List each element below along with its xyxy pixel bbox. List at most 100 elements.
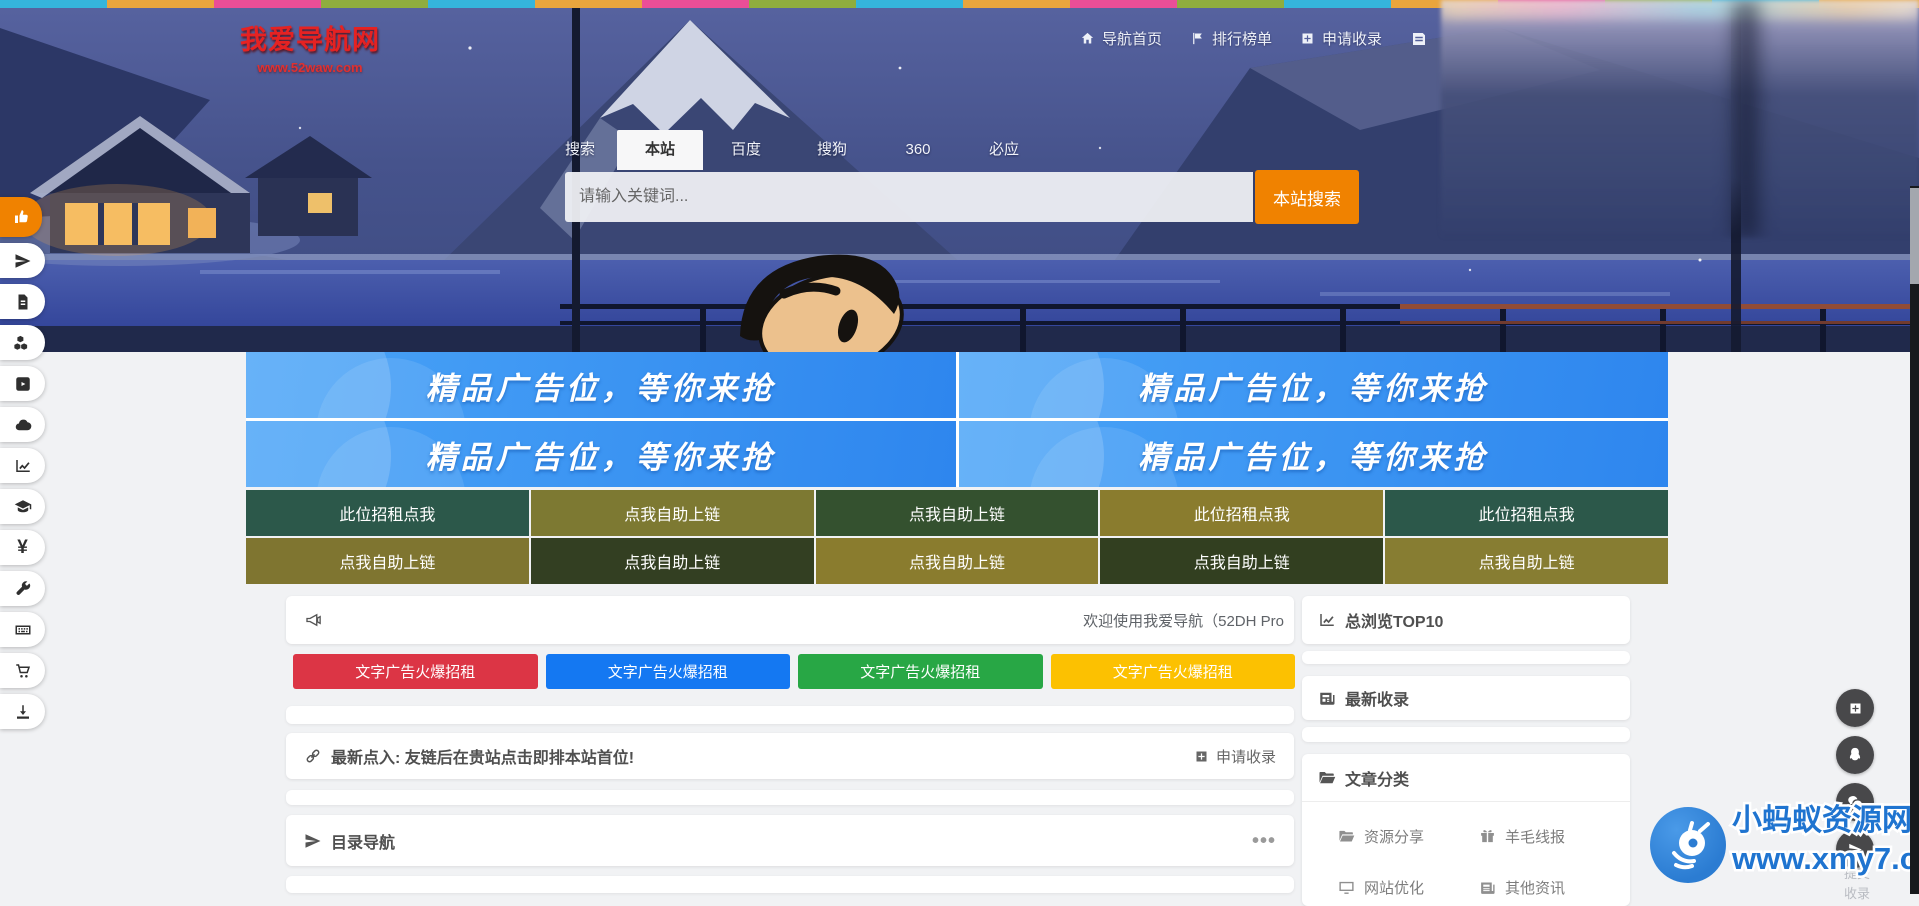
- scrollbar-thumb[interactable]: [1910, 188, 1919, 284]
- plus-square-icon: [1850, 703, 1860, 713]
- link-slot[interactable]: 点我自助上链: [815, 538, 1099, 584]
- plus-square-icon: [1196, 751, 1207, 761]
- ad-banner-text: 精品广告位，等你来抢: [1138, 439, 1489, 475]
- ad-banner-text: 精品广告位，等你来抢: [425, 439, 776, 475]
- ant-logo: [1650, 807, 1726, 883]
- category-resources[interactable]: 资源分享: [1338, 826, 1479, 847]
- tab-baidu[interactable]: 百度: [703, 130, 789, 170]
- chart-line-icon: [15, 459, 30, 472]
- link-slot[interactable]: 点我自助上链: [246, 538, 529, 584]
- ad-banner[interactable]: 精品广告位，等你来抢: [246, 352, 956, 418]
- category-label: 其他资讯: [1505, 880, 1566, 897]
- rail-docs-button[interactable]: [0, 284, 45, 319]
- top-navigation: 导航首页 排行榜单 申请收录: [1080, 28, 1480, 49]
- chart-line-icon: [1320, 614, 1334, 626]
- text-ad-button[interactable]: 文字广告火爆招租: [545, 654, 790, 689]
- yen-icon: ¥: [17, 537, 28, 558]
- category-list: 资源分享 羊毛线报 网站优化 其他资讯: [1302, 802, 1630, 898]
- float-add-button[interactable]: [1836, 689, 1874, 727]
- paper-plane-icon: [15, 253, 30, 268]
- directory-nav-title: 目录导航: [331, 834, 396, 852]
- tab-bing[interactable]: 必应: [961, 130, 1047, 170]
- book-icon: [1413, 32, 1426, 45]
- tab-360[interactable]: 360: [875, 130, 961, 170]
- rail-stats-button[interactable]: [0, 448, 45, 483]
- rail-tools-button[interactable]: [0, 571, 45, 606]
- link-slot[interactable]: 此位招租点我: [1385, 490, 1668, 536]
- rainbow-top-stripe: [0, 0, 1919, 8]
- paper-plane-icon: [305, 833, 321, 848]
- ant-logo-glyph: [1672, 821, 1710, 870]
- empty-card-strip: [1302, 651, 1630, 664]
- rail-cloud-button[interactable]: [0, 407, 45, 442]
- display-icon: [1339, 881, 1354, 894]
- nav-rankings[interactable]: 排行榜单: [1190, 28, 1272, 49]
- nav-home-label: 导航首页: [1102, 31, 1163, 48]
- notice-marquee: 欢迎使用我爱导航（52DH Pro: [1083, 612, 1284, 630]
- link-slot[interactable]: 点我自助上链: [530, 490, 814, 536]
- qq-icon: [1849, 747, 1861, 761]
- rail-download-button[interactable]: [0, 694, 45, 729]
- site-url: www.52waw.com: [257, 60, 363, 75]
- link-slot[interactable]: 点我自助上链: [530, 538, 814, 584]
- link-slot[interactable]: 点我自助上链: [1100, 538, 1384, 584]
- apply-inclusion-button[interactable]: 申请收录: [1194, 746, 1276, 767]
- gift-icon: [1481, 830, 1494, 843]
- cloud-icon: [15, 419, 31, 430]
- ad-banner[interactable]: 精品广告位，等你来抢: [246, 421, 956, 487]
- article-categories-title: 文章分类: [1345, 771, 1410, 789]
- site-logo[interactable]: 我爱导航网 www.52waw.com: [240, 18, 380, 75]
- float-send-button[interactable]: [1836, 830, 1874, 868]
- ad-banner[interactable]: 精品广告位，等你来抢: [958, 352, 1668, 418]
- search-input[interactable]: [565, 172, 1253, 222]
- text-ad-button[interactable]: 文字广告火爆招租: [1050, 654, 1295, 689]
- empty-card-strip: [286, 790, 1294, 805]
- rail-money-button[interactable]: ¥: [0, 530, 45, 565]
- tab-this-site[interactable]: 本站: [617, 130, 703, 170]
- text-ad-button[interactable]: 文字广告火爆招租: [798, 654, 1043, 689]
- ad-banner[interactable]: 精品广告位，等你来抢: [958, 421, 1668, 487]
- category-deals[interactable]: 羊毛线报: [1479, 826, 1620, 847]
- watermark: 小蚂蚁资源网 www.xmy7.com: [1650, 795, 1919, 883]
- scrollbar-track[interactable]: [1910, 186, 1919, 894]
- nav-home[interactable]: 导航首页: [1080, 28, 1162, 49]
- friend-link-grid: 此位招租点我 点我自助上链 点我自助上链 此位招租点我 此位招租点我 点我自助上…: [246, 490, 1668, 584]
- rail-video-button[interactable]: [0, 366, 45, 401]
- rail-typing-button[interactable]: [0, 612, 45, 647]
- search-button[interactable]: 本站搜索: [1255, 170, 1359, 224]
- latest-included-title: 最新收录: [1345, 692, 1410, 709]
- category-seo[interactable]: 网站优化: [1338, 877, 1479, 898]
- rail-apps-button[interactable]: [0, 325, 45, 360]
- ad-banner-grid: 精品广告位，等你来抢 精品广告位，等你来抢 精品广告位，等你来抢 精品广告位，等…: [246, 352, 1668, 487]
- category-label: 羊毛线报: [1505, 829, 1566, 846]
- link-slot[interactable]: 点我自助上链: [1385, 538, 1668, 584]
- tab-sogou[interactable]: 搜狗: [789, 130, 875, 170]
- nav-apply-label: 申请收录: [1322, 31, 1383, 48]
- notice-card: 欢迎使用我爱导航（52DH Pro: [286, 596, 1294, 644]
- nav-articles[interactable]: [1410, 28, 1435, 49]
- home-icon: [1081, 32, 1094, 44]
- link-slot[interactable]: 点我自助上链: [815, 490, 1099, 536]
- rail-shop-button[interactable]: [0, 653, 45, 688]
- rail-study-button[interactable]: [0, 489, 45, 524]
- newspaper-icon: [1320, 692, 1335, 705]
- thumbs-up-icon: [15, 210, 28, 223]
- category-news[interactable]: 其他资讯: [1479, 877, 1620, 898]
- rail-like-button[interactable]: [0, 197, 42, 237]
- folder-open-icon: [1319, 771, 1336, 783]
- text-ad-button[interactable]: 文字广告火爆招租: [293, 654, 538, 689]
- link-icon: [306, 749, 320, 763]
- float-wechat-button[interactable]: [1836, 783, 1874, 821]
- empty-card-strip: [286, 876, 1294, 893]
- float-qq-button[interactable]: [1836, 736, 1874, 774]
- play-video-icon: [15, 376, 30, 391]
- top10-card: 总浏览TOP10: [1302, 596, 1630, 644]
- link-slot[interactable]: 此位招租点我: [246, 490, 529, 536]
- rail-send-button[interactable]: [0, 243, 45, 278]
- nav-apply[interactable]: 申请收录: [1300, 28, 1382, 49]
- link-slot[interactable]: 此位招租点我: [1100, 490, 1384, 536]
- left-quick-rail: ¥: [0, 197, 50, 729]
- submit-inclusion-label[interactable]: 提交收录: [1843, 864, 1871, 904]
- empty-card-strip: [1302, 727, 1630, 742]
- watermark-site-name: 小蚂蚁资源网: [1729, 802, 1914, 840]
